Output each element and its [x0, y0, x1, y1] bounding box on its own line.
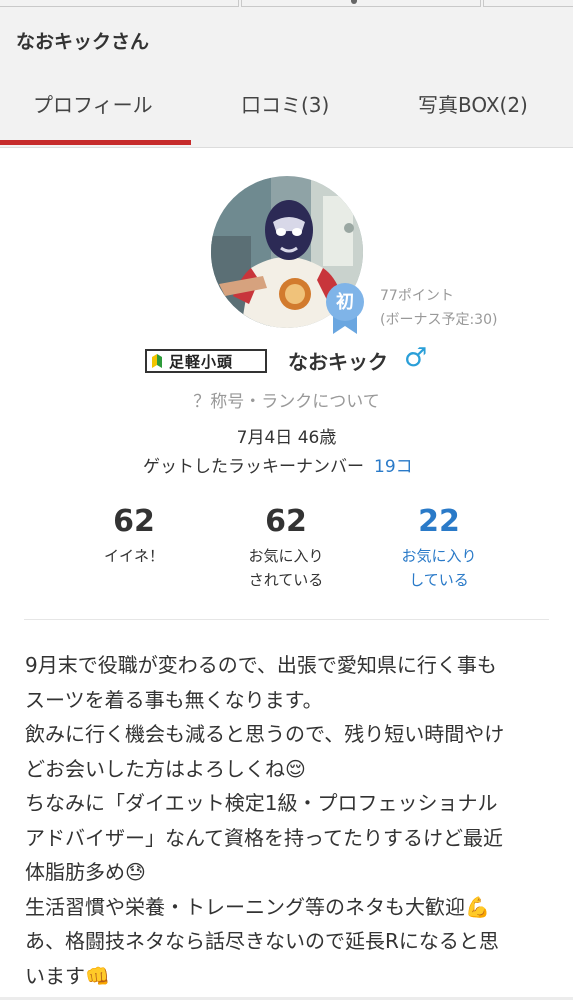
top-strip-segment	[0, 0, 239, 7]
tab-profile[interactable]: プロフィール	[33, 89, 153, 118]
top-tab-strip	[0, 0, 573, 7]
points-info: 77ポイント (ボーナス予定:30)	[380, 284, 497, 332]
beginner-badge: 初	[325, 282, 365, 334]
bio-line: あ、格闘技ネタなら話尽きないので延長Rになると思	[25, 929, 499, 953]
bio-line: スーツを着る事も無くなります。	[25, 687, 323, 712]
stat-label: イイネ！	[103, 547, 164, 565]
page-title: なおキックさん	[16, 31, 150, 53]
bio-line: アドバイザー」なんて資格を持ってたりするけど最近	[25, 825, 503, 850]
divider	[24, 619, 549, 620]
male-icon: ♂	[404, 343, 428, 373]
stat-label-line: お気に入り	[401, 547, 477, 565]
lucky-number-label: ゲットしたラッキーナンバー	[143, 457, 364, 477]
stat-value: 62	[113, 504, 155, 539]
stat-value: 62	[265, 504, 307, 539]
stat-label-line: お気に入り	[248, 547, 324, 565]
bio-line: 生活習慣や栄養・トレーニング等のネタも大歓迎💪	[25, 894, 490, 919]
bonus-points: (ボーナス予定:30)	[380, 312, 498, 328]
birthday-age: 7月4日 46歳	[236, 428, 337, 448]
bio-line: います👊	[25, 963, 110, 988]
profile-bio: 9月末で役職が変わるので、出張で愛知県に行く事も スーツを着る事も無くなります。…	[25, 648, 555, 993]
bio-line: ちなみに「ダイエット検定1級・プロフェッショナル	[25, 791, 498, 815]
lucky-number-row: ゲットしたラッキーナンバー 19コ	[143, 452, 413, 477]
bio-line: どお会いした方はよろしくね😌	[25, 756, 306, 781]
stat-favorited-by[interactable]: 62 お気に入り されている	[216, 504, 356, 592]
stat-value: 22	[418, 504, 460, 539]
stat-label-line: されている	[248, 571, 324, 589]
stat-likes[interactable]: 62 イイネ！	[64, 504, 204, 568]
tab-reviews[interactable]: 口コミ(3)	[241, 89, 329, 118]
points-value: 77ポイント	[380, 288, 454, 304]
rank-info-link[interactable]: ？称号・ランクについて	[0, 387, 573, 412]
stat-label-line: している	[409, 571, 469, 589]
bio-line: 体脂肪多め😓	[25, 860, 146, 884]
rank-title-badge: 足軽小頭	[145, 349, 267, 373]
top-strip-segment	[483, 0, 573, 7]
stat-label: お気に入り している	[369, 544, 509, 592]
top-strip-segment	[241, 0, 481, 7]
profile-header: なおキックさん プロフィール 口コミ(3) 写真BOX(2)	[0, 7, 573, 148]
stat-label: お気に入り されている	[216, 544, 356, 592]
rank-title: 足軽小頭	[169, 353, 234, 371]
beginner-leaf-icon	[152, 354, 162, 368]
tab-photo-box[interactable]: 写真BOX(2)	[418, 89, 528, 118]
stat-favoriting[interactable]: 22 お気に入り している	[369, 504, 509, 592]
beginner-badge-label: 初	[336, 292, 354, 313]
bio-line: 9月末で役職が変わるので、出張で愛知県に行く事も	[25, 653, 497, 677]
bio-line: 飲みに行く機会も減ると思うので、残り短い時間やけ	[25, 722, 505, 746]
active-tab-indicator	[0, 140, 191, 145]
lucky-number-count[interactable]: 19コ	[374, 457, 413, 477]
nickname: なおキック	[288, 350, 388, 374]
